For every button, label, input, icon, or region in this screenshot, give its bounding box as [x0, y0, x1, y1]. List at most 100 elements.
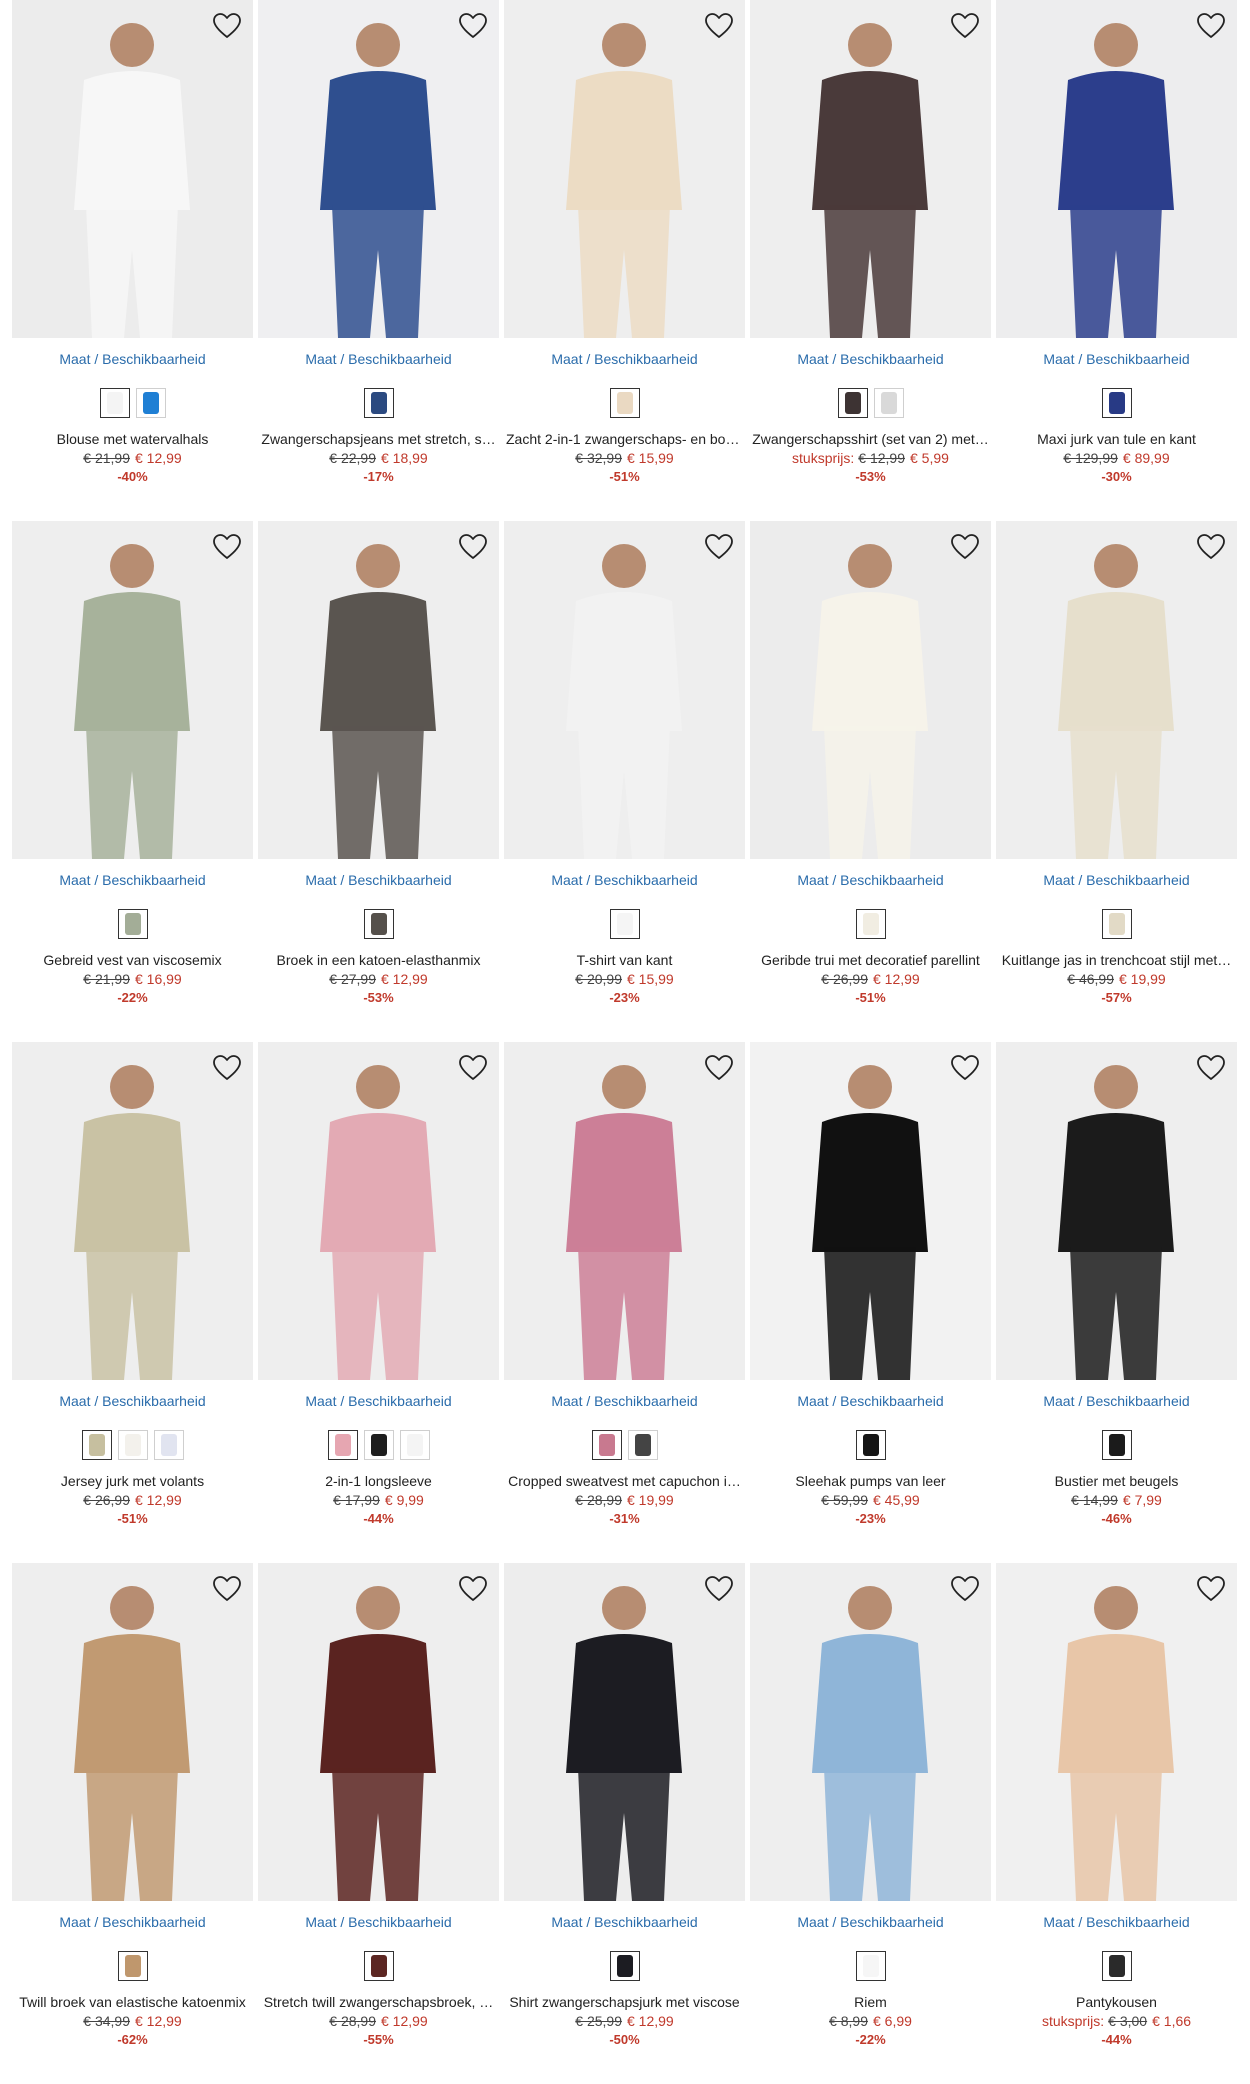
product-image[interactable] [258, 1042, 499, 1380]
wishlist-heart-icon[interactable] [457, 531, 489, 563]
size-availability-link[interactable]: Maat / Beschikbaarheid [12, 1392, 253, 1410]
product-card[interactable]: Maat / Beschikbaarheid Maxi jurk van tule… [996, 0, 1237, 521]
product-name[interactable]: Kuitlange jas in trenchcoat stijl met… [996, 951, 1237, 969]
size-availability-link[interactable]: Maat / Beschikbaarheid [996, 871, 1237, 889]
color-swatch[interactable] [591, 1430, 622, 1460]
wishlist-heart-icon[interactable] [211, 531, 243, 563]
product-name[interactable]: Sleehak pumps van leer [750, 1472, 991, 1490]
color-swatch[interactable] [117, 1951, 148, 1981]
product-card[interactable]: Maat / Beschikbaarheid Zwangerschapsshirt… [750, 0, 991, 521]
size-availability-link[interactable]: Maat / Beschikbaarheid [12, 1913, 253, 1931]
product-card[interactable]: Maat / Beschikbaarheid Bustier met beugel… [996, 1042, 1237, 1563]
product-card[interactable]: Maat / Beschikbaarheid Riem € 8,99 € 6,99 -2… [750, 1563, 991, 2084]
product-card[interactable]: Maat / Beschikbaarheid Shirt zwangerschap… [504, 1563, 745, 2084]
product-name[interactable]: Cropped sweatvest met capuchon i… [504, 1472, 745, 1490]
wishlist-heart-icon[interactable] [949, 1052, 981, 1084]
color-swatch[interactable] [873, 388, 904, 418]
size-availability-link[interactable]: Maat / Beschikbaarheid [504, 871, 745, 889]
color-swatch[interactable] [627, 1430, 658, 1460]
wishlist-heart-icon[interactable] [703, 1573, 735, 1605]
product-name[interactable]: Stretch twill zwangerschapsbroek, … [258, 1993, 499, 2011]
wishlist-heart-icon[interactable] [1195, 10, 1227, 42]
size-availability-link[interactable]: Maat / Beschikbaarheid [258, 1913, 499, 1931]
wishlist-heart-icon[interactable] [949, 531, 981, 563]
color-swatch[interactable] [1101, 1430, 1132, 1460]
size-availability-link[interactable]: Maat / Beschikbaarheid [504, 1913, 745, 1931]
product-image[interactable] [750, 1563, 991, 1901]
wishlist-heart-icon[interactable] [211, 10, 243, 42]
product-image[interactable] [12, 1042, 253, 1380]
product-image[interactable] [258, 521, 499, 859]
size-availability-link[interactable]: Maat / Beschikbaarheid [996, 1913, 1237, 1931]
product-name[interactable]: Zacht 2-in-1 zwangerschaps- en bor… [504, 430, 745, 448]
wishlist-heart-icon[interactable] [211, 1052, 243, 1084]
product-card[interactable]: Maat / Beschikbaarheid Twill broek van el… [12, 1563, 253, 2084]
wishlist-heart-icon[interactable] [457, 10, 489, 42]
product-name[interactable]: Zwangerschapsshirt (set van 2) met… [750, 430, 991, 448]
product-name[interactable]: 2-in-1 longsleeve [258, 1472, 499, 1490]
product-image[interactable] [750, 521, 991, 859]
product-image[interactable] [258, 0, 499, 338]
color-swatch[interactable] [609, 1951, 640, 1981]
color-swatch[interactable] [837, 388, 868, 418]
wishlist-heart-icon[interactable] [1195, 1052, 1227, 1084]
wishlist-heart-icon[interactable] [949, 10, 981, 42]
product-name[interactable]: Riem [750, 1993, 991, 2011]
wishlist-heart-icon[interactable] [457, 1573, 489, 1605]
size-availability-link[interactable]: Maat / Beschikbaarheid [996, 350, 1237, 368]
product-image[interactable] [750, 1042, 991, 1380]
size-availability-link[interactable]: Maat / Beschikbaarheid [750, 350, 991, 368]
product-card[interactable]: Maat / Beschikbaarheid Broek in een katoe… [258, 521, 499, 1042]
color-swatch[interactable] [609, 909, 640, 939]
product-name[interactable]: Zwangerschapsjeans met stretch, s… [258, 430, 499, 448]
size-availability-link[interactable]: Maat / Beschikbaarheid [258, 350, 499, 368]
size-availability-link[interactable]: Maat / Beschikbaarheid [12, 350, 253, 368]
size-availability-link[interactable]: Maat / Beschikbaarheid [750, 1392, 991, 1410]
product-name[interactable]: Broek in een katoen-elasthanmix [258, 951, 499, 969]
size-availability-link[interactable]: Maat / Beschikbaarheid [504, 350, 745, 368]
product-image[interactable] [504, 0, 745, 338]
product-name[interactable]: Geribde trui met decoratief parellint [750, 951, 991, 969]
size-availability-link[interactable]: Maat / Beschikbaarheid [750, 1913, 991, 1931]
product-image[interactable] [504, 1042, 745, 1380]
product-name[interactable]: Twill broek van elastische katoenmix [12, 1993, 253, 2011]
product-name[interactable]: Shirt zwangerschapsjurk met viscose [504, 1993, 745, 2011]
color-swatch[interactable] [1101, 909, 1132, 939]
color-swatch[interactable] [327, 1430, 358, 1460]
product-image[interactable] [996, 1042, 1237, 1380]
color-swatch[interactable] [855, 1951, 886, 1981]
product-name[interactable]: Bustier met beugels [996, 1472, 1237, 1490]
color-swatch[interactable] [399, 1430, 430, 1460]
color-swatch[interactable] [117, 1430, 148, 1460]
product-card[interactable]: Maat / Beschikbaarheid Zacht 2-in-1 zwang… [504, 0, 745, 521]
product-card[interactable]: Maat / Beschikbaarheid T-shirt van kant € … [504, 521, 745, 1042]
color-swatch[interactable] [855, 1430, 886, 1460]
color-swatch[interactable] [363, 909, 394, 939]
product-image[interactable] [996, 521, 1237, 859]
product-image[interactable] [258, 1563, 499, 1901]
product-name[interactable]: Blouse met watervalhals [12, 430, 253, 448]
wishlist-heart-icon[interactable] [703, 1052, 735, 1084]
color-swatch[interactable] [99, 388, 130, 418]
wishlist-heart-icon[interactable] [703, 10, 735, 42]
color-swatch[interactable] [153, 1430, 184, 1460]
wishlist-heart-icon[interactable] [703, 531, 735, 563]
size-availability-link[interactable]: Maat / Beschikbaarheid [12, 871, 253, 889]
color-swatch[interactable] [1101, 388, 1132, 418]
color-swatch[interactable] [1101, 1951, 1132, 1981]
color-swatch[interactable] [81, 1430, 112, 1460]
size-availability-link[interactable]: Maat / Beschikbaarheid [258, 1392, 499, 1410]
product-card[interactable]: Maat / Beschikbaarheid Jersey jurk met vo… [12, 1042, 253, 1563]
color-swatch[interactable] [855, 909, 886, 939]
product-card[interactable]: Maat / Beschikbaarheid Blouse met waterva… [12, 0, 253, 521]
color-swatch[interactable] [117, 909, 148, 939]
size-availability-link[interactable]: Maat / Beschikbaarheid [996, 1392, 1237, 1410]
product-card[interactable]: Maat / Beschikbaarheid Kuitlange jas in t… [996, 521, 1237, 1042]
color-swatch[interactable] [363, 1430, 394, 1460]
color-swatch[interactable] [609, 388, 640, 418]
product-card[interactable]: Maat / Beschikbaarheid Pantykousen stukspr… [996, 1563, 1237, 2084]
product-card[interactable]: Maat / Beschikbaarheid Cropped sweatvest … [504, 1042, 745, 1563]
color-swatch[interactable] [363, 1951, 394, 1981]
size-availability-link[interactable]: Maat / Beschikbaarheid [750, 871, 991, 889]
product-image[interactable] [996, 0, 1237, 338]
